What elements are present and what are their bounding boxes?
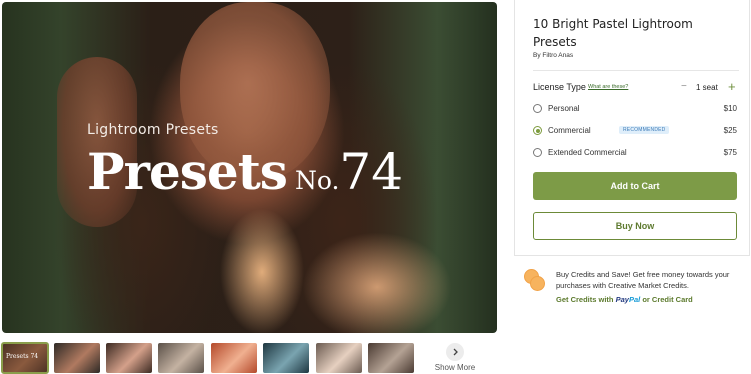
thumbnail[interactable]	[211, 343, 257, 373]
license-option-price: $75	[723, 148, 737, 157]
hero-title-main: Presets	[87, 142, 288, 201]
add-to-cart-button[interactable]: Add to Cart	[533, 172, 737, 200]
thumbnail[interactable]: Presets 74	[1, 342, 49, 374]
product-hero-image[interactable]: Lightroom Presets Presets No.74	[2, 2, 497, 333]
hero-title-number: 74	[339, 143, 404, 201]
radio-button-selected[interactable]	[533, 126, 542, 135]
seat-count: 1 seat	[696, 83, 718, 92]
thumbnail[interactable]	[106, 343, 152, 373]
recommended-badge: RECOMMENDED	[619, 126, 670, 134]
license-option-name: Extended Commercial	[548, 148, 627, 157]
seat-decrement-button[interactable]: −	[681, 81, 687, 92]
hero-subtitle: Lightroom Presets	[87, 122, 219, 138]
license-option-name: Commercial	[548, 126, 591, 135]
show-more-label: Show More	[434, 363, 476, 372]
show-more-button[interactable]: Show More	[434, 343, 476, 372]
credits-description: Buy Credits and Save! Get free money tow…	[556, 270, 730, 290]
byline-prefix: By	[533, 52, 541, 59]
purchase-panel: 10 Bright Pastel Lightroom Presets By Fi…	[514, 0, 750, 256]
portrait-light	[302, 232, 452, 333]
license-option-commercial[interactable]: Commercial RECOMMENDED $25	[533, 125, 737, 139]
coins-icon	[524, 268, 548, 292]
radio-button[interactable]	[533, 148, 542, 157]
chevron-right-icon[interactable]	[446, 343, 464, 361]
hero-title: Presets No.74	[87, 147, 403, 198]
thumbnail[interactable]	[263, 343, 309, 373]
license-option-price: $10	[723, 104, 737, 113]
divider	[533, 70, 739, 71]
thumbnail-label: Presets 74	[6, 353, 39, 360]
credits-link-prefix: Get Credits with	[556, 295, 614, 304]
license-option-price: $25	[723, 126, 737, 135]
thumbnail-strip: Presets 74	[1, 342, 422, 374]
radio-button[interactable]	[533, 104, 542, 113]
paypal-logo: PayPal	[615, 295, 641, 304]
license-help-link[interactable]: What are these?	[588, 84, 628, 90]
product-byline: By Filtro Anas	[533, 52, 573, 59]
credits-link-suffix: or Credit Card	[642, 295, 693, 304]
product-title: 10 Bright Pastel Lightroom Presets	[533, 17, 693, 49]
author-link[interactable]: Filtro Anas	[542, 52, 573, 59]
seat-increment-button[interactable]: +	[728, 79, 736, 94]
thumbnail[interactable]	[368, 343, 414, 373]
buy-now-button[interactable]: Buy Now	[533, 212, 737, 240]
credits-promo: Buy Credits and Save! Get free money tow…	[524, 268, 746, 312]
license-option-name: Personal	[548, 104, 580, 113]
get-credits-link[interactable]: Get Credits with PayPal or Credit Card	[556, 295, 693, 304]
hero-title-no: No.	[294, 166, 340, 195]
thumbnail[interactable]	[158, 343, 204, 373]
license-type-label: License Type	[533, 82, 586, 92]
license-type-row: License Type What are these? − 1 seat +	[533, 79, 737, 96]
thumbnail[interactable]	[316, 343, 362, 373]
thumbnail[interactable]	[54, 343, 100, 373]
license-option-personal[interactable]: Personal $10	[533, 103, 737, 117]
license-option-extended-commercial[interactable]: Extended Commercial $75	[533, 147, 737, 161]
